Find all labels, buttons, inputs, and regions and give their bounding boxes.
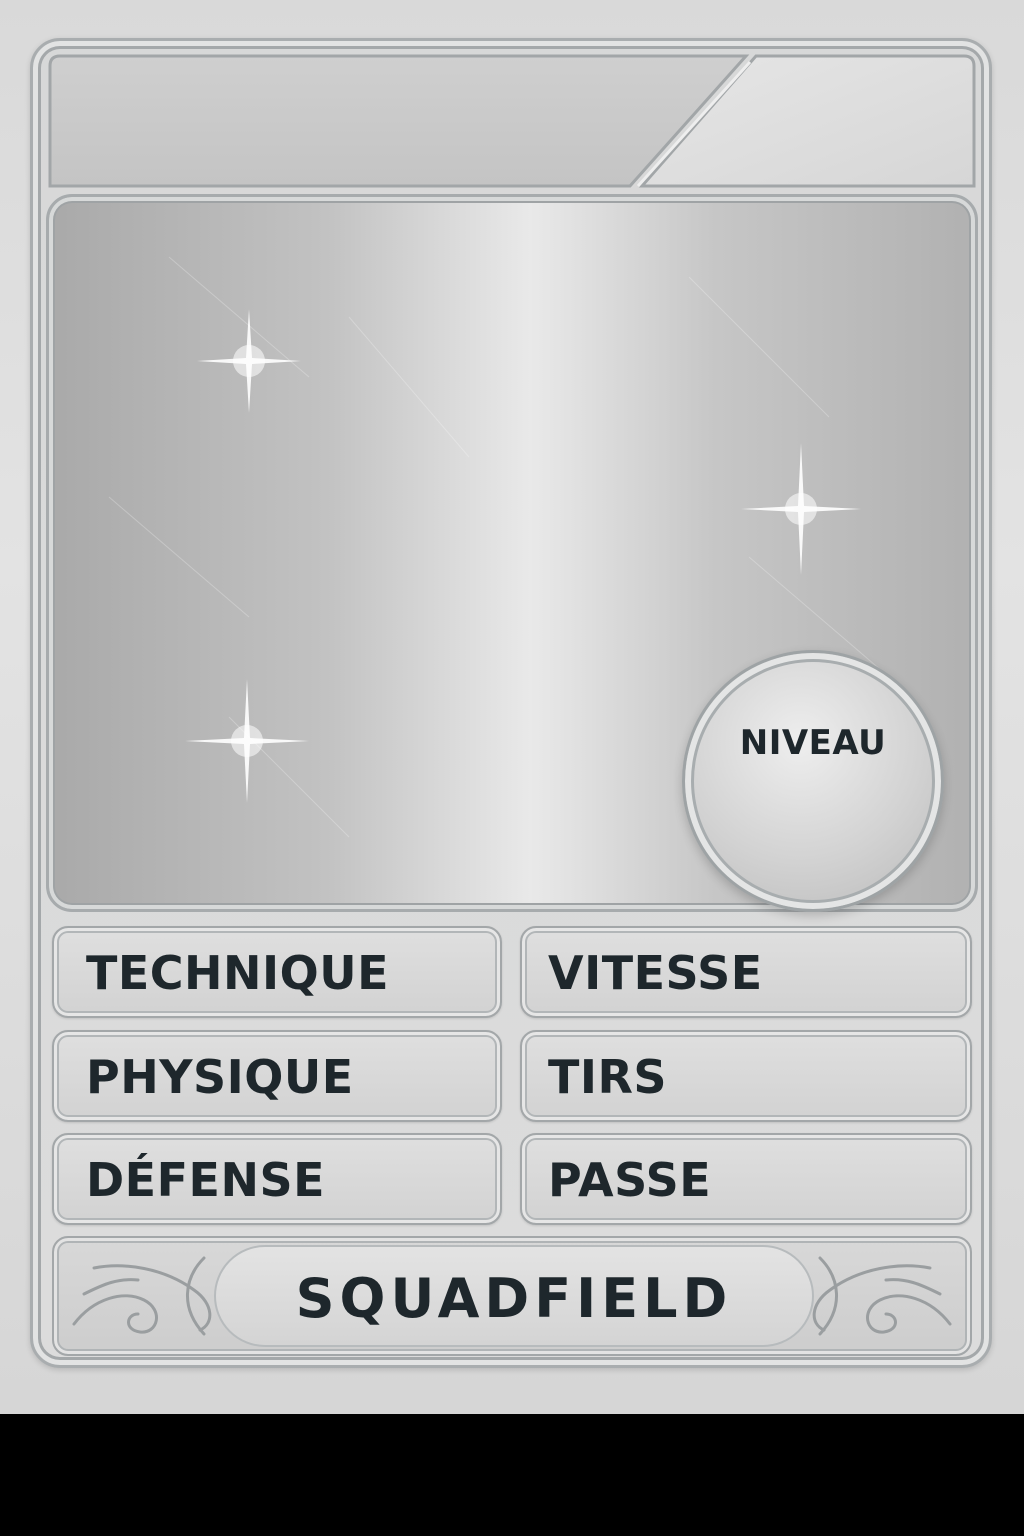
brand-banner: SQUADFIELD [214, 1245, 814, 1347]
stat-label: TECHNIQUE [86, 946, 390, 1000]
stat-label: DÉFENSE [86, 1153, 326, 1207]
stat-passe: PASSE [520, 1133, 972, 1225]
ornament-scroll-icon [812, 1256, 952, 1336]
stat-vitesse: VITESSE [520, 926, 972, 1018]
stat-technique: TECHNIQUE [52, 926, 502, 1018]
stat-physique: PHYSIQUE [52, 1030, 502, 1122]
stat-label: VITESSE [548, 946, 763, 1000]
card-header-plate [46, 52, 978, 190]
stat-defense: DÉFENSE [52, 1133, 502, 1225]
stat-tirs: TIRS [520, 1030, 972, 1122]
level-label: NIVEAU [739, 723, 887, 763]
brand-name: SQUADFIELD [295, 1267, 733, 1330]
stat-label: TIRS [548, 1050, 668, 1104]
level-badge: NIVEAU [682, 650, 944, 912]
sparkle-icon [185, 679, 309, 803]
stat-label: PHYSIQUE [86, 1050, 354, 1104]
sparkle-icon [197, 309, 301, 413]
page: NIVEAU TECHNIQUE VITESSE PHYSIQUE TIRS D… [0, 0, 1024, 1536]
brand-footer-plate: SQUADFIELD [52, 1236, 972, 1356]
sparkle-icon [741, 443, 861, 575]
ornament-scroll-icon [72, 1256, 212, 1336]
stat-label: PASSE [548, 1153, 712, 1207]
